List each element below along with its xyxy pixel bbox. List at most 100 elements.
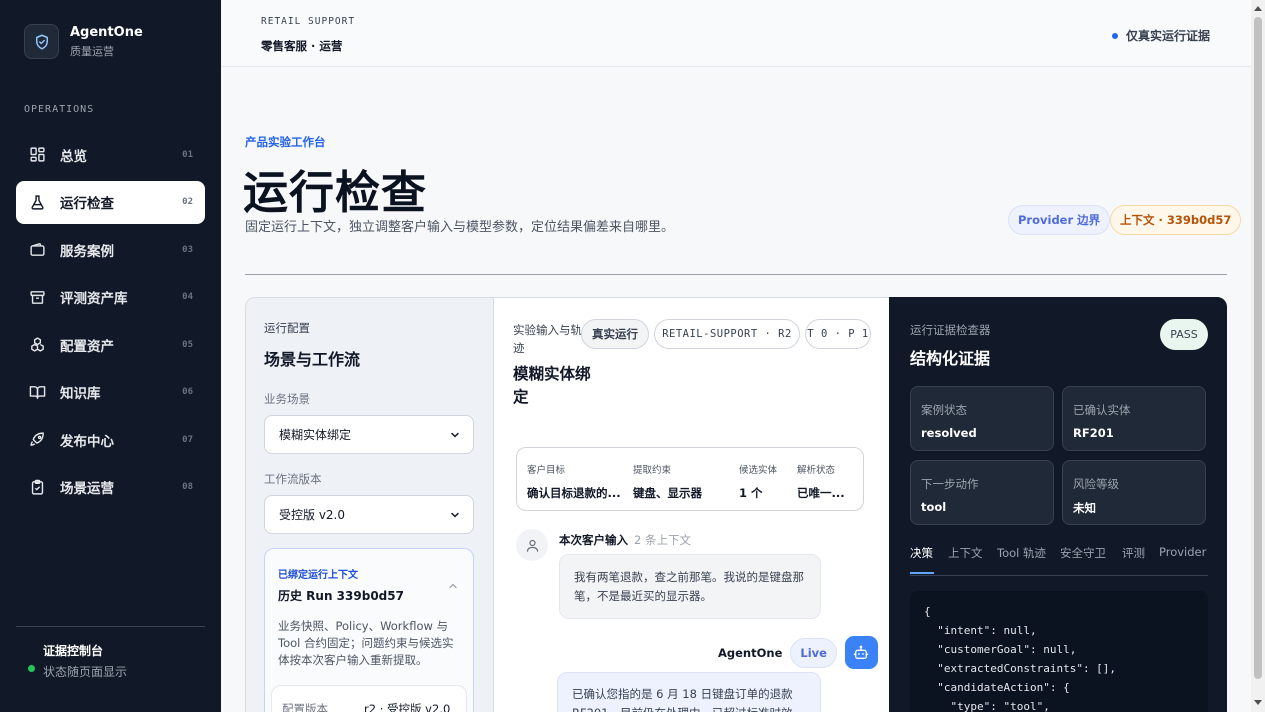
sidebar-item-label: 场景运营 bbox=[60, 481, 114, 497]
brand-subtitle: 质量运营 bbox=[70, 44, 114, 58]
sidebar-item-cases[interactable]: 服务案例 03 bbox=[16, 228, 205, 271]
sidebar-item-overview[interactable]: 总览 01 bbox=[16, 133, 205, 176]
chevron-down-icon bbox=[449, 509, 461, 524]
scrollbar-thumb[interactable] bbox=[1254, 17, 1262, 679]
temperature-chip[interactable]: T 0 · P 1 bbox=[805, 319, 871, 349]
sidebar-item-number: 07 bbox=[182, 434, 193, 445]
sidebar-item-config-assets[interactable]: 配置资产 05 bbox=[16, 323, 205, 366]
sidebar-item-number: 01 bbox=[182, 149, 193, 160]
agent-message-header: AgentOne Live bbox=[718, 636, 878, 669]
evidence-mode-indicator: 仅真实运行证据 bbox=[1111, 27, 1210, 44]
goal-key: 候选实体 bbox=[739, 465, 778, 476]
flask-icon bbox=[28, 193, 46, 211]
agent-message-bubble: 已确认您指的是 6 月 18 日键盘订单的退款 RF201，目前仍在处理中，已超… bbox=[557, 672, 821, 712]
workflow-select[interactable]: 受控版 v2.0 bbox=[264, 495, 474, 534]
sidebar-item-label: 服务案例 bbox=[60, 243, 114, 260]
tab-decision[interactable]: 决策 bbox=[910, 545, 933, 561]
scenario-select[interactable]: 模糊实体绑定 bbox=[264, 415, 474, 454]
sidebar-item-scenario-ops[interactable]: 场景运营 08 bbox=[16, 466, 205, 509]
page-scrollbar[interactable] bbox=[1251, 0, 1265, 712]
goal-cell: 解析状态 已唯一... bbox=[797, 462, 853, 501]
bound-context-card[interactable]: 已绑定运行上下文 历史 Run 339b0d57 业务快照、Policy、Wor… bbox=[264, 548, 474, 712]
provider-boundary-badge[interactable]: Provider 边界 bbox=[1008, 205, 1111, 235]
footer-title: 证据控制台 bbox=[43, 644, 104, 658]
goal-key: 客户目标 bbox=[527, 465, 566, 476]
section-label: OPERATIONS bbox=[24, 104, 95, 115]
experiment-eyebrow: 实验输入与轨迹 bbox=[513, 323, 582, 355]
divider bbox=[245, 274, 1227, 275]
sidebar-item-label: 配置资产 bbox=[60, 338, 114, 355]
goal-key: 解析状态 bbox=[797, 465, 836, 476]
evidence-console-footer: 证据控制台 状态随页面显示 bbox=[16, 626, 205, 680]
scenario-label: 业务场景 bbox=[264, 392, 310, 406]
user-message-meta: 2 条上下文 bbox=[634, 533, 691, 547]
context-badge[interactable]: 上下文 · 339b0d57 bbox=[1110, 205, 1242, 235]
active-tab-indicator bbox=[910, 572, 934, 574]
sidebar-item-number: 04 bbox=[182, 292, 193, 302]
user-message-header: 本次客户输入 2 条上下文 bbox=[559, 532, 691, 548]
sidebar: AgentOne 质量运营 OPERATIONS 总览 01 运行检查 02 服… bbox=[0, 0, 221, 712]
evidence-mode-label: 仅真实运行证据 bbox=[1125, 29, 1210, 43]
sidebar-item-number: 02 bbox=[182, 197, 193, 207]
workflow-label: 工作流版本 bbox=[264, 472, 322, 486]
goal-cell: 客户目标 确认目标退款的... bbox=[527, 462, 623, 501]
evidence-card: 风险等级 未知 bbox=[1062, 460, 1206, 525]
main-content: RETAIL SUPPORT 零售客服 · 运营 仅真实运行证据 产品实验工作台… bbox=[221, 0, 1251, 712]
tab-context[interactable]: 上下文 bbox=[948, 545, 983, 561]
scroll-up-arrow-icon[interactable] bbox=[1254, 6, 1262, 11]
tab-provider[interactable]: Provider bbox=[1159, 545, 1206, 559]
evidence-value: 未知 bbox=[1073, 501, 1096, 515]
grid-icon bbox=[28, 146, 46, 164]
experiment-title: 模糊实体绑定 bbox=[513, 365, 591, 406]
workflow-select-value: 受控版 v2.0 bbox=[279, 508, 346, 522]
config-version-row: 配置版本 r2 · 受控版 v2.0 bbox=[271, 685, 467, 712]
context-eyebrow: 已绑定运行上下文 bbox=[278, 570, 358, 581]
evidence-tabs: 决策 上下文 Tool 轨迹 安全守卫 评测 Provider bbox=[910, 543, 1208, 576]
goal-summary-card: 客户目标 确认目标退款的... 提取约束 键盘、显示器 候选实体 1 个 解析状… bbox=[516, 447, 864, 511]
sidebar-item-knowledge[interactable]: 知识库 06 bbox=[16, 371, 205, 414]
evidence-value: tool bbox=[921, 500, 947, 514]
goal-value: 已唯一... bbox=[797, 486, 845, 500]
sidebar-item-run-inspect[interactable]: 运行检查 02 bbox=[16, 180, 205, 224]
scope-chip[interactable]: RETAIL-SUPPORT · R2 bbox=[654, 319, 800, 349]
evidence-key: 已确认实体 bbox=[1073, 403, 1131, 417]
goal-cell: 候选实体 1 个 bbox=[739, 462, 791, 501]
evidence-card: 案例状态 resolved bbox=[910, 386, 1054, 451]
config-panel: 运行配置 场景与工作流 业务场景 模糊实体绑定 工作流版本 受控版 v2.0 已… bbox=[245, 297, 493, 712]
sidebar-item-eval-assets[interactable]: 评测资产库 04 bbox=[16, 276, 205, 319]
config-title: 场景与工作流 bbox=[264, 350, 361, 369]
decision-json-viewer[interactable]: { "intent": null, "customerGoal": null, … bbox=[910, 591, 1208, 712]
topbar-title: 零售客服 · 运营 bbox=[261, 39, 343, 53]
chevron-up-icon[interactable] bbox=[447, 577, 459, 596]
tab-evaluation[interactable]: 评测 bbox=[1122, 545, 1145, 561]
sidebar-item-number: 06 bbox=[182, 387, 193, 397]
tab-safety-guard[interactable]: 安全守卫 bbox=[1060, 545, 1106, 561]
bot-icon[interactable] bbox=[844, 636, 878, 669]
goal-value: 确认目标退款的... bbox=[527, 486, 621, 500]
clipboard-icon bbox=[28, 478, 46, 496]
sidebar-item-label: 发布中心 bbox=[60, 433, 114, 450]
archive-icon bbox=[28, 288, 46, 306]
boxes-icon bbox=[28, 336, 46, 354]
chevron-down-icon bbox=[449, 429, 461, 444]
sidebar-item-release[interactable]: 发布中心 07 bbox=[16, 418, 205, 461]
sidebar-item-number: 05 bbox=[182, 339, 193, 350]
topbar-eyebrow: RETAIL SUPPORT bbox=[261, 16, 356, 27]
evidence-key: 下一步动作 bbox=[921, 477, 979, 491]
sidebar-item-number: 03 bbox=[182, 244, 193, 255]
wallet-icon bbox=[28, 241, 46, 259]
brand-name: AgentOne bbox=[70, 24, 143, 40]
evidence-card: 已确认实体 RF201 bbox=[1062, 386, 1206, 451]
real-run-chip[interactable]: 真实运行 bbox=[581, 319, 649, 349]
goal-value: 键盘、显示器 bbox=[633, 486, 702, 500]
evidence-value: resolved bbox=[921, 426, 977, 440]
context-description: 业务快照、Policy、Workflow 与 Tool 合约固定；问题约束与候选… bbox=[278, 619, 454, 667]
brand[interactable]: AgentOne 质量运营 bbox=[24, 24, 143, 59]
page-title: 运行检查 bbox=[243, 166, 428, 219]
scroll-down-arrow-icon[interactable] bbox=[1254, 700, 1262, 705]
tab-tool-trace[interactable]: Tool 轨迹 bbox=[997, 545, 1046, 561]
evidence-panel: 运行证据检查器 结构化证据 PASS 案例状态 resolved 已确认实体 R… bbox=[889, 297, 1227, 712]
user-message-bubble: 我有两笔退款，查之前那笔。我说的是键盘那笔，不是最近买的显示器。 bbox=[559, 554, 821, 619]
status-dot bbox=[28, 665, 35, 672]
topbar: RETAIL SUPPORT 零售客服 · 运营 仅真实运行证据 bbox=[221, 0, 1251, 67]
